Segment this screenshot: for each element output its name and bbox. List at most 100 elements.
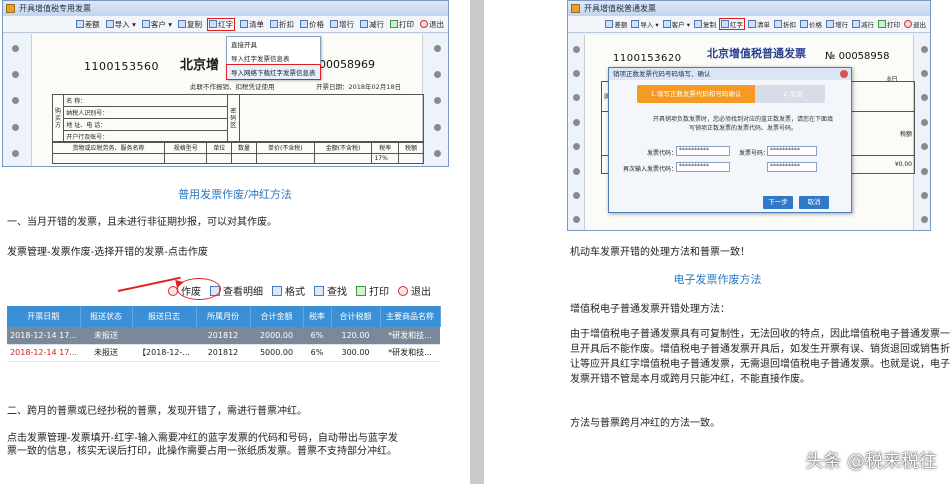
toolbar-label: 增行 <box>835 21 848 29</box>
toolbar-label: 格式 <box>285 287 305 298</box>
toolbar-label: 客户 ▾ <box>150 19 172 29</box>
format-button[interactable]: 格式 <box>272 283 305 298</box>
toolbar-copy-button[interactable]: 复制 <box>178 19 202 30</box>
toolbar-list-button[interactable]: 清单 <box>748 19 770 29</box>
grid-col-header[interactable]: 合计金额 <box>250 306 304 327</box>
dropdown-item-import-downloaded-red[interactable]: 导入网络下载红字发票信息表 <box>226 64 321 80</box>
buyer-name-field[interactable]: 名 称： <box>63 94 229 107</box>
table-cell: 6% <box>303 327 331 345</box>
toolbar-delete-row-button[interactable]: 减行 <box>360 19 384 30</box>
pointer-arrow-head <box>175 278 185 288</box>
table-cell: 120.00 <box>331 327 380 345</box>
paragraph-electronic-title: 增值税电子普通发票开错处理方法： <box>570 304 730 315</box>
feed-hole <box>11 123 19 131</box>
invoice-code: 1100153560 <box>84 60 159 73</box>
exit-icon <box>904 20 912 28</box>
items-cell[interactable] <box>231 153 257 164</box>
app-icon <box>6 4 15 13</box>
buyer-address-field[interactable]: 地 址、电 话： <box>63 118 229 131</box>
grid-col-header[interactable]: 税率 <box>303 306 332 327</box>
toolbar-label: 差额 <box>614 21 628 29</box>
feed-hole <box>433 123 441 131</box>
items-cell[interactable] <box>255 153 315 164</box>
toolbar-print-button[interactable]: 打印 <box>878 19 900 29</box>
invoice-title: 北京增 <box>180 58 220 73</box>
toolbar-exit-button[interactable]: 退出 <box>904 19 926 29</box>
copy-icon <box>178 20 186 28</box>
list-icon <box>748 20 756 28</box>
invoice-code-input[interactable]: ********** <box>676 146 730 156</box>
toolbar-label: 差额 <box>84 19 100 29</box>
toolbar-list-button[interactable]: 清单 <box>240 19 264 30</box>
items-cell[interactable] <box>206 153 233 164</box>
import-icon <box>105 20 114 28</box>
toolbar-label: 退出 <box>429 19 444 29</box>
toolbar-label: 红字 <box>730 21 743 29</box>
exit-button[interactable]: 退出 <box>398 283 431 298</box>
toolbar-red-invoice-button[interactable]: 红字 <box>207 17 235 31</box>
toolbar-invoice-list-button[interactable]: 差额 <box>75 19 100 30</box>
table-cell: 300.00 <box>331 344 380 362</box>
invoice-title: 北京增值税普通发票 <box>707 47 806 60</box>
price-icon <box>800 20 808 28</box>
toolbar-discount-button[interactable]: 折扣 <box>774 19 796 29</box>
table-row[interactable]: 2018-12-14 17... 未报送 【2018-12-... 201812 500… <box>7 344 440 362</box>
dropdown-item-import-red[interactable]: 导入红字发票信息表 <box>227 51 320 65</box>
items-cell[interactable] <box>164 153 208 164</box>
dropdown-item-direct[interactable]: 直接开具 <box>227 37 320 51</box>
table-cell: 6% <box>303 344 331 362</box>
invoice-code: 1100153620 <box>613 53 682 64</box>
toolbar-import-button[interactable]: 导入 ▾ <box>631 19 659 29</box>
invoice-number-again-input[interactable]: ********** <box>767 162 817 172</box>
table-cell: *研发和技... <box>380 344 440 362</box>
feed-hole <box>572 94 580 102</box>
close-icon[interactable] <box>840 70 848 78</box>
toolbar-label: 打印 <box>399 19 414 29</box>
items-cell[interactable] <box>313 153 373 164</box>
grid-col-header[interactable]: 报送状态 <box>80 306 133 327</box>
items-cell[interactable] <box>51 153 166 164</box>
table-cell: 201812 <box>196 344 250 362</box>
toolbar-print-button[interactable]: 打印 <box>390 19 414 30</box>
toolbar-label: 导入 ▾ <box>640 21 659 29</box>
items-col-spec: 规格型号 <box>164 141 208 154</box>
toolbar-label: 红字 <box>218 19 233 29</box>
cancel-button[interactable]: 取消 <box>799 196 829 209</box>
print-icon <box>878 20 886 28</box>
items-cell[interactable] <box>398 153 424 164</box>
invoice-code-again-input[interactable]: ********** <box>676 162 730 172</box>
toolbar-invoice-list-button[interactable]: 差额 <box>605 19 627 29</box>
toolbar-add-row-button[interactable]: 增行 <box>826 19 848 29</box>
toolbar-label: 导入 ▾ <box>114 19 136 29</box>
toolbar-copy-button[interactable]: 复制 <box>694 19 716 29</box>
toolbar-discount-button[interactable]: 折扣 <box>270 19 294 30</box>
next-button[interactable]: 下一步 <box>763 196 793 209</box>
items-rate-cell[interactable]: 17% <box>371 153 400 164</box>
toolbar-delete-row-button[interactable]: 减行 <box>852 19 874 29</box>
toolbar-price-button[interactable]: 价格 <box>300 19 324 30</box>
toolbar-price-button[interactable]: 价格 <box>800 19 822 29</box>
grid-col-header[interactable]: 报送日志 <box>132 306 197 327</box>
paragraph-void-steps: 发票管理-发票作废-选择开错的发票-点击作废 <box>7 247 208 258</box>
invoice-code-again-label: 再次输入发票代码： <box>623 166 678 173</box>
find-button[interactable]: 查找 <box>314 283 347 298</box>
grid-col-header[interactable]: 主要商品名称 <box>380 306 441 327</box>
buyer-taxid-field[interactable]: 纳税人识别号： <box>63 106 229 119</box>
invoice-number-input[interactable]: ********** <box>767 146 817 156</box>
toolbar-label: 价格 <box>309 19 324 29</box>
grid-col-header[interactable]: 所属月份 <box>196 306 251 327</box>
dialog-instructions: 开具销项负数发票时，您必须找到对应的蓝正数发票，请您在下面填写销项正数发票的发票… <box>653 116 834 132</box>
app-icon <box>571 4 580 13</box>
feed-hole <box>11 97 19 105</box>
print-button[interactable]: 打印 <box>356 283 389 298</box>
invoice-no-value: 00058969 <box>318 58 375 71</box>
table-row[interactable]: 2018-12-14 17... 未报送 201812 2000.00 6% 120.00… <box>7 327 440 345</box>
grid-col-header[interactable]: 合计税额 <box>331 306 381 327</box>
grid-col-header[interactable]: 开票日期 <box>7 306 81 327</box>
toolbar-add-row-button[interactable]: 增行 <box>330 19 354 30</box>
toolbar-import-button[interactable]: 导入 ▾ <box>105 19 136 30</box>
toolbar-red-invoice-button[interactable]: 红字 <box>719 18 745 30</box>
toolbar-customer-button[interactable]: 客户 ▾ <box>662 19 690 29</box>
toolbar-exit-button[interactable]: 退出 <box>420 19 444 30</box>
toolbar-customer-button[interactable]: 客户 ▾ <box>141 19 172 30</box>
